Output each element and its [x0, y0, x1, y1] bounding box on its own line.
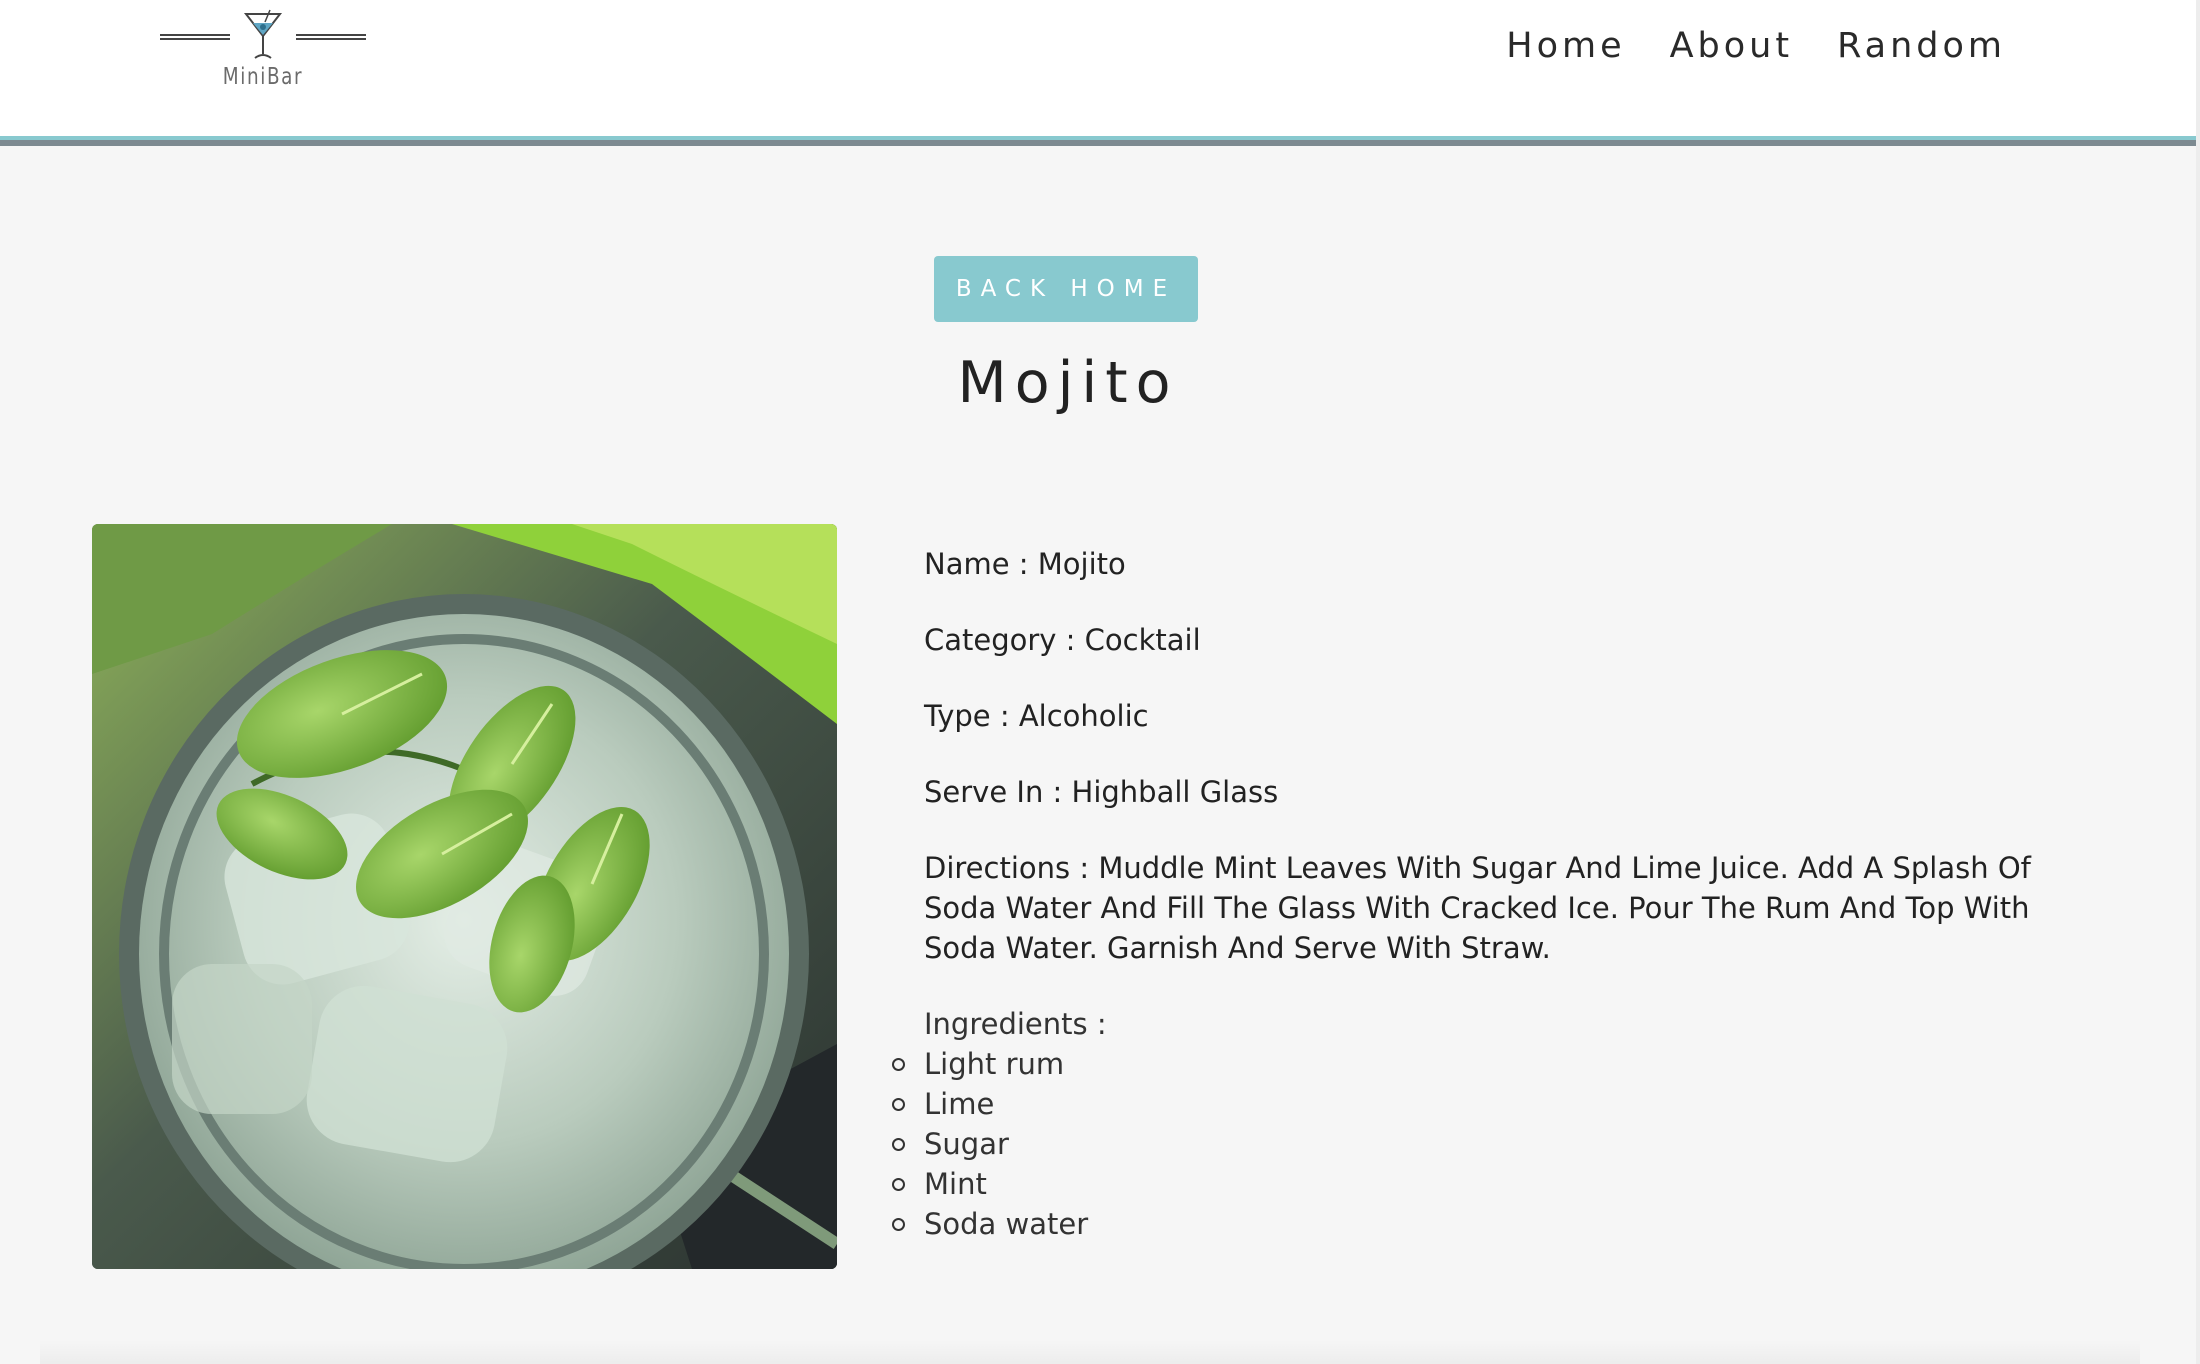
drink-directions: Directions : Muddle Mint Leaves With Sug…	[924, 851, 2031, 965]
mojito-image	[92, 524, 837, 1269]
logo-left-rule	[160, 34, 230, 40]
cocktail-photo	[92, 524, 837, 1269]
nav-home[interactable]: Home	[1506, 26, 1625, 66]
ingredients-label: Ingredients :	[924, 1007, 1107, 1041]
ingredient-item: Lime	[892, 1084, 2054, 1124]
drink-name: Name : Mojito	[924, 547, 1126, 581]
footer-shadow	[40, 1340, 2140, 1364]
scrollbar-track[interactable]	[2196, 0, 2200, 1364]
back-home-button[interactable]: BACK HOME	[934, 256, 1198, 322]
nav-about[interactable]: About	[1670, 26, 1793, 66]
drink-glass: Serve In : Highball Glass	[924, 775, 1279, 809]
martini-glass-icon	[243, 9, 283, 59]
drink-details: Name : Mojito Category : Cocktail Type :…	[892, 544, 2054, 1244]
ingredients-list: Light rum Lime Sugar Mint Soda water	[892, 1044, 2054, 1244]
ingredient-item: Sugar	[892, 1124, 2054, 1164]
logo[interactable]: MiniBar	[158, 8, 368, 96]
ingredient-item: Soda water	[892, 1204, 2054, 1244]
main-nav: Home About Random	[1506, 26, 2006, 66]
ingredient-item: Mint	[892, 1164, 2054, 1204]
drink-type: Type : Alcoholic	[924, 699, 1149, 733]
brand-name: MiniBar	[222, 64, 304, 90]
header-accent-line	[0, 136, 2196, 140]
page-title: Mojito	[957, 350, 1179, 416]
page: MiniBar Home About Random BACK HOME Moji…	[0, 0, 2200, 1364]
site-header: MiniBar Home About Random	[0, 0, 2196, 146]
logo-right-rule	[296, 34, 366, 40]
drink-category: Category : Cocktail	[924, 623, 1201, 657]
ingredient-item: Light rum	[892, 1044, 2054, 1084]
nav-random[interactable]: Random	[1837, 26, 2006, 66]
